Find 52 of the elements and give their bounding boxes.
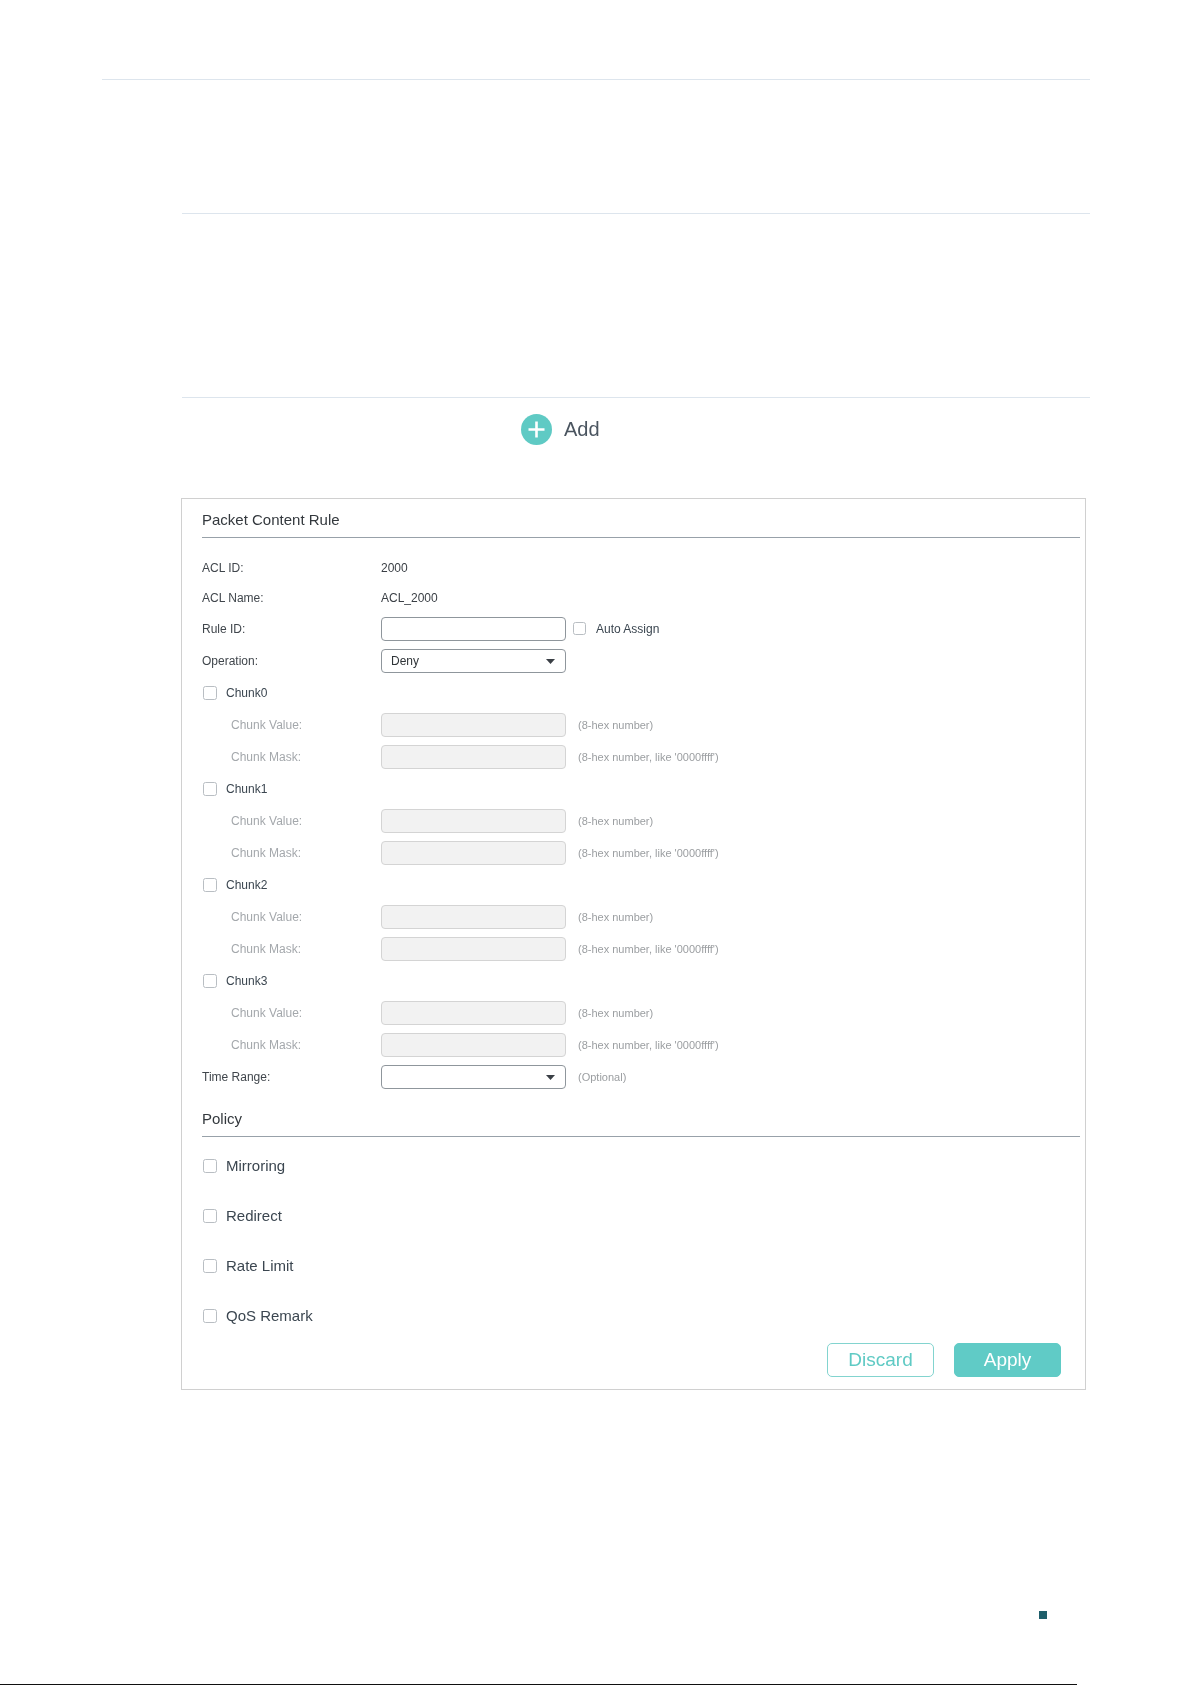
- plus-circle-icon: [521, 414, 552, 445]
- checkbox[interactable]: [203, 1159, 217, 1173]
- checkbox-label: Mirroring: [226, 1157, 286, 1175]
- checkbox-label: QoS Remark: [226, 1307, 313, 1325]
- field-label: Chunk Value:: [231, 910, 303, 924]
- hint-text: (8-hex number, like '0000ffff'): [578, 943, 719, 955]
- hint-text: (8-hex number): [578, 1007, 654, 1019]
- field-label: Chunk Mask:: [231, 1038, 302, 1052]
- checkbox-label: Redirect: [226, 1207, 282, 1225]
- checkbox[interactable]: [573, 622, 586, 636]
- field-label: Operation:: [202, 654, 259, 668]
- input-field[interactable]: [381, 617, 566, 641]
- field-value: 2000: [381, 561, 408, 575]
- checkbox[interactable]: [203, 974, 217, 988]
- caret-icon: [546, 1074, 555, 1080]
- checkbox[interactable]: [203, 1309, 217, 1323]
- checkbox-label: Chunk0: [226, 685, 268, 701]
- checkbox-label: Auto Assign: [596, 621, 660, 637]
- add-button[interactable]: Add: [521, 414, 600, 445]
- hint-text: (8-hex number): [578, 815, 654, 827]
- hint-text: (Optional): [578, 1071, 627, 1083]
- field-label: Chunk Value:: [231, 1006, 303, 1020]
- checkbox-label: Chunk3: [226, 973, 268, 989]
- checkbox[interactable]: [203, 1209, 217, 1223]
- hint-text: (8-hex number, like '0000ffff'): [578, 1039, 719, 1051]
- field-label: Chunk Mask:: [231, 846, 302, 860]
- checkbox[interactable]: [203, 686, 217, 700]
- checkbox-label: Rate Limit: [226, 1257, 294, 1275]
- field-value: ACL_2000: [381, 591, 438, 605]
- checkbox-label: Chunk1: [226, 781, 268, 797]
- dropdown[interactable]: [381, 1065, 566, 1089]
- dropdown[interactable]: Deny: [381, 649, 566, 673]
- checkbox[interactable]: [203, 878, 217, 892]
- hint-text: (8-hex number): [578, 719, 654, 731]
- hint-text: (8-hex number): [578, 911, 654, 923]
- field-label: Chunk Value:: [231, 718, 303, 732]
- field-label: Chunk Mask:: [231, 942, 302, 956]
- field-label: ACL ID:: [202, 561, 244, 575]
- caret-icon: [546, 658, 555, 664]
- section-title: Policy: [202, 1110, 242, 1128]
- section-title: Packet Content Rule: [202, 511, 340, 529]
- hint-text: (8-hex number, like '0000ffff'): [578, 847, 719, 859]
- field-label: Chunk Mask:: [231, 750, 302, 764]
- hint-text: (8-hex number, like '0000ffff'): [578, 751, 719, 763]
- checkbox[interactable]: [203, 1259, 217, 1273]
- field-label: Time Range:: [202, 1070, 271, 1084]
- checkbox[interactable]: [203, 782, 217, 796]
- field-label: ACL Name:: [202, 591, 264, 605]
- field-label: Rule ID:: [202, 622, 246, 636]
- field-label: Chunk Value:: [231, 814, 303, 828]
- checkbox-label: Chunk2: [226, 877, 268, 893]
- square-icon: [1039, 1611, 1047, 1619]
